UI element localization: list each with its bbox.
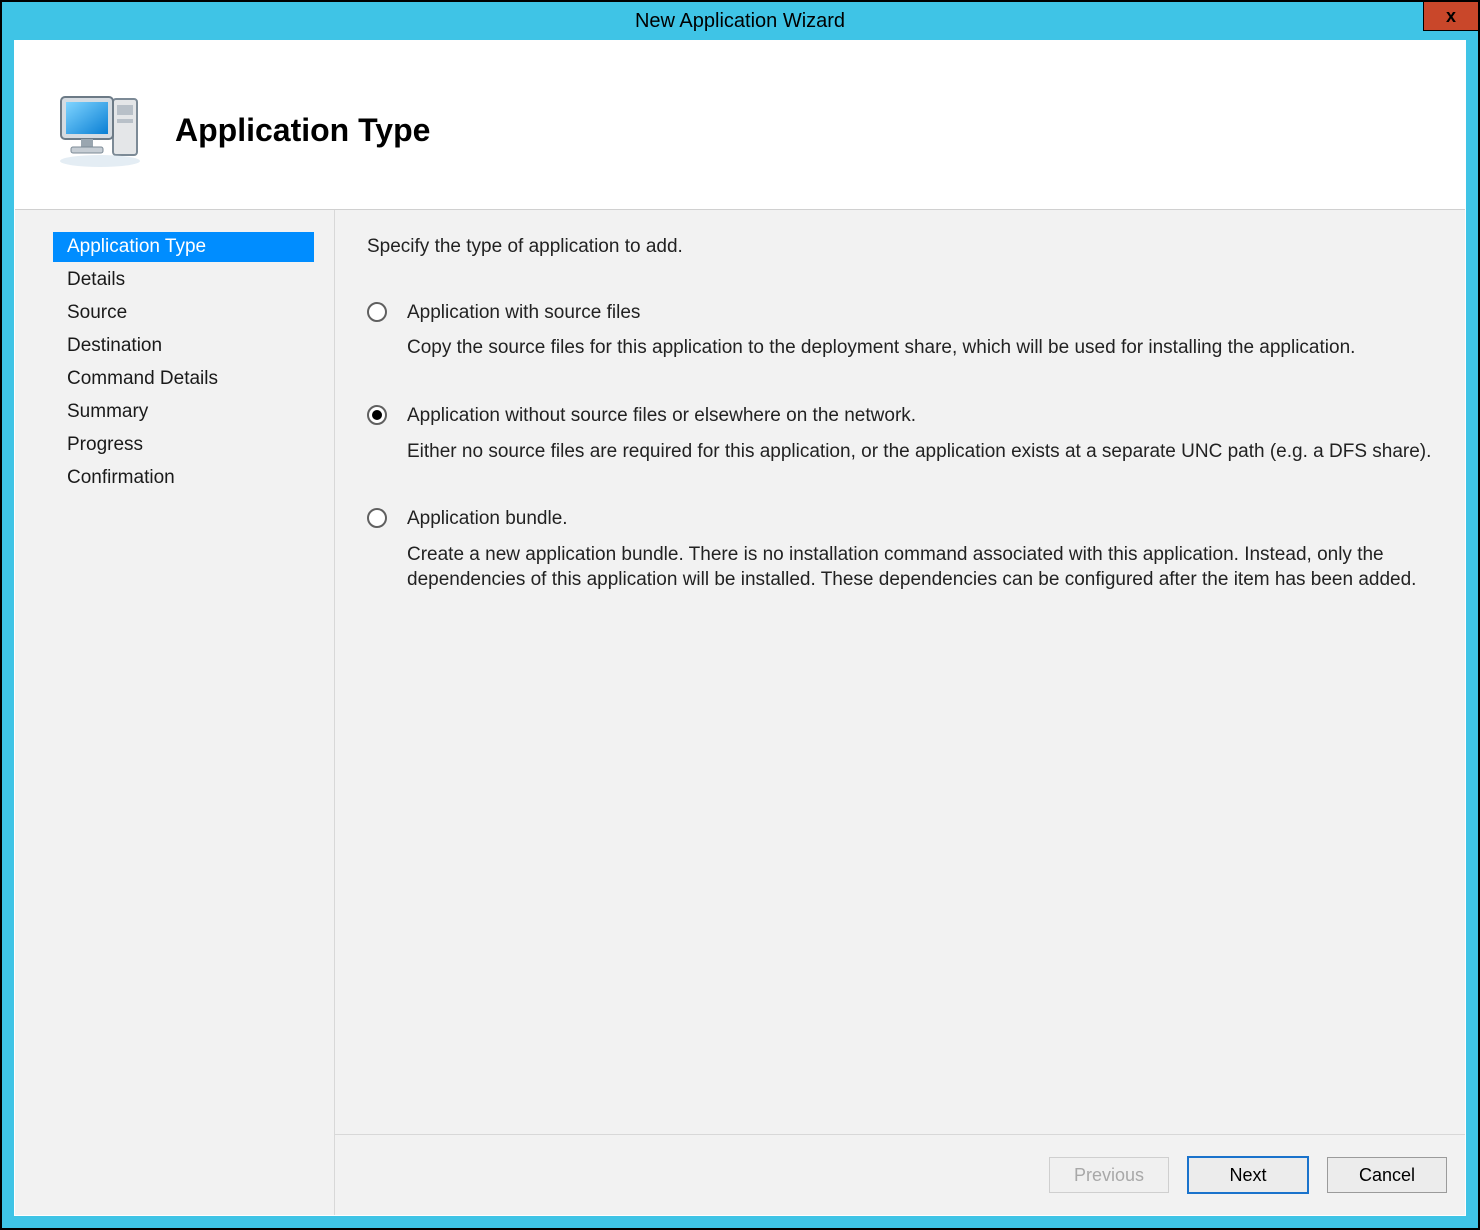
step-source[interactable]: Source [53,298,314,328]
option-description: Create a new application bundle. There i… [407,542,1433,593]
option-label: Application with source files [407,300,1433,326]
close-icon: x [1446,6,1456,27]
content-main: Specify the type of application to add. … [335,210,1465,1134]
step-summary[interactable]: Summary [53,397,314,427]
window-title: New Application Wizard [2,10,1478,33]
radio-icon [367,302,387,322]
previous-button: Previous [1049,1157,1169,1193]
page-title: Application Type [175,112,430,149]
radio-without-source-files[interactable] [367,403,407,425]
step-confirmation[interactable]: Confirmation [53,463,314,493]
option-description: Copy the source files for this applicati… [407,335,1433,361]
wizard-icon [45,91,155,169]
radio-bundle[interactable] [367,506,407,528]
option-without-source-files[interactable]: Application without source files or else… [367,403,1433,429]
step-label: Summary [67,401,148,422]
step-label: Application Type [67,236,206,257]
option-with-source-files[interactable]: Application with source files [367,300,1433,326]
step-progress[interactable]: Progress [53,430,314,460]
step-destination[interactable]: Destination [53,331,314,361]
radio-with-source-files[interactable] [367,300,407,322]
window-client-area: Application Type Application Type Detail… [14,40,1466,1216]
wizard-header: Application Type [15,41,1465,209]
step-label: Confirmation [67,467,175,488]
option-label: Application bundle. [407,506,1433,532]
radio-icon [367,508,387,528]
wizard-footer: Previous Next Cancel [335,1134,1465,1215]
step-label: Command Details [67,368,218,389]
step-label: Destination [67,335,162,356]
button-label: Cancel [1359,1165,1415,1186]
option-bundle[interactable]: Application bundle. [367,506,1433,532]
wizard-body: Application Type Details Source Destinat… [15,209,1465,1215]
step-label: Source [67,302,127,323]
step-application-type[interactable]: Application Type [53,232,314,262]
option-label: Application without source files or else… [407,403,1433,429]
button-label: Previous [1074,1165,1144,1186]
close-button[interactable]: x [1423,2,1478,31]
step-label: Progress [67,434,143,455]
step-command-details[interactable]: Command Details [53,364,314,394]
next-button[interactable]: Next [1187,1156,1309,1194]
step-details[interactable]: Details [53,265,314,295]
cancel-button[interactable]: Cancel [1327,1157,1447,1193]
radio-icon [367,405,387,425]
wizard-steps-sidebar: Application Type Details Source Destinat… [15,210,335,1215]
instruction-text: Specify the type of application to add. [367,234,1433,260]
option-description: Either no source files are required for … [407,439,1433,465]
wizard-window: New Application Wizard x [0,0,1480,1230]
step-label: Details [67,269,125,290]
wizard-content: Specify the type of application to add. … [335,210,1465,1215]
window-chrome: Application Type Application Type Detail… [2,40,1478,1228]
title-bar: New Application Wizard x [2,2,1478,40]
steps-list: Application Type Details Source Destinat… [15,232,334,493]
button-label: Next [1229,1165,1266,1186]
